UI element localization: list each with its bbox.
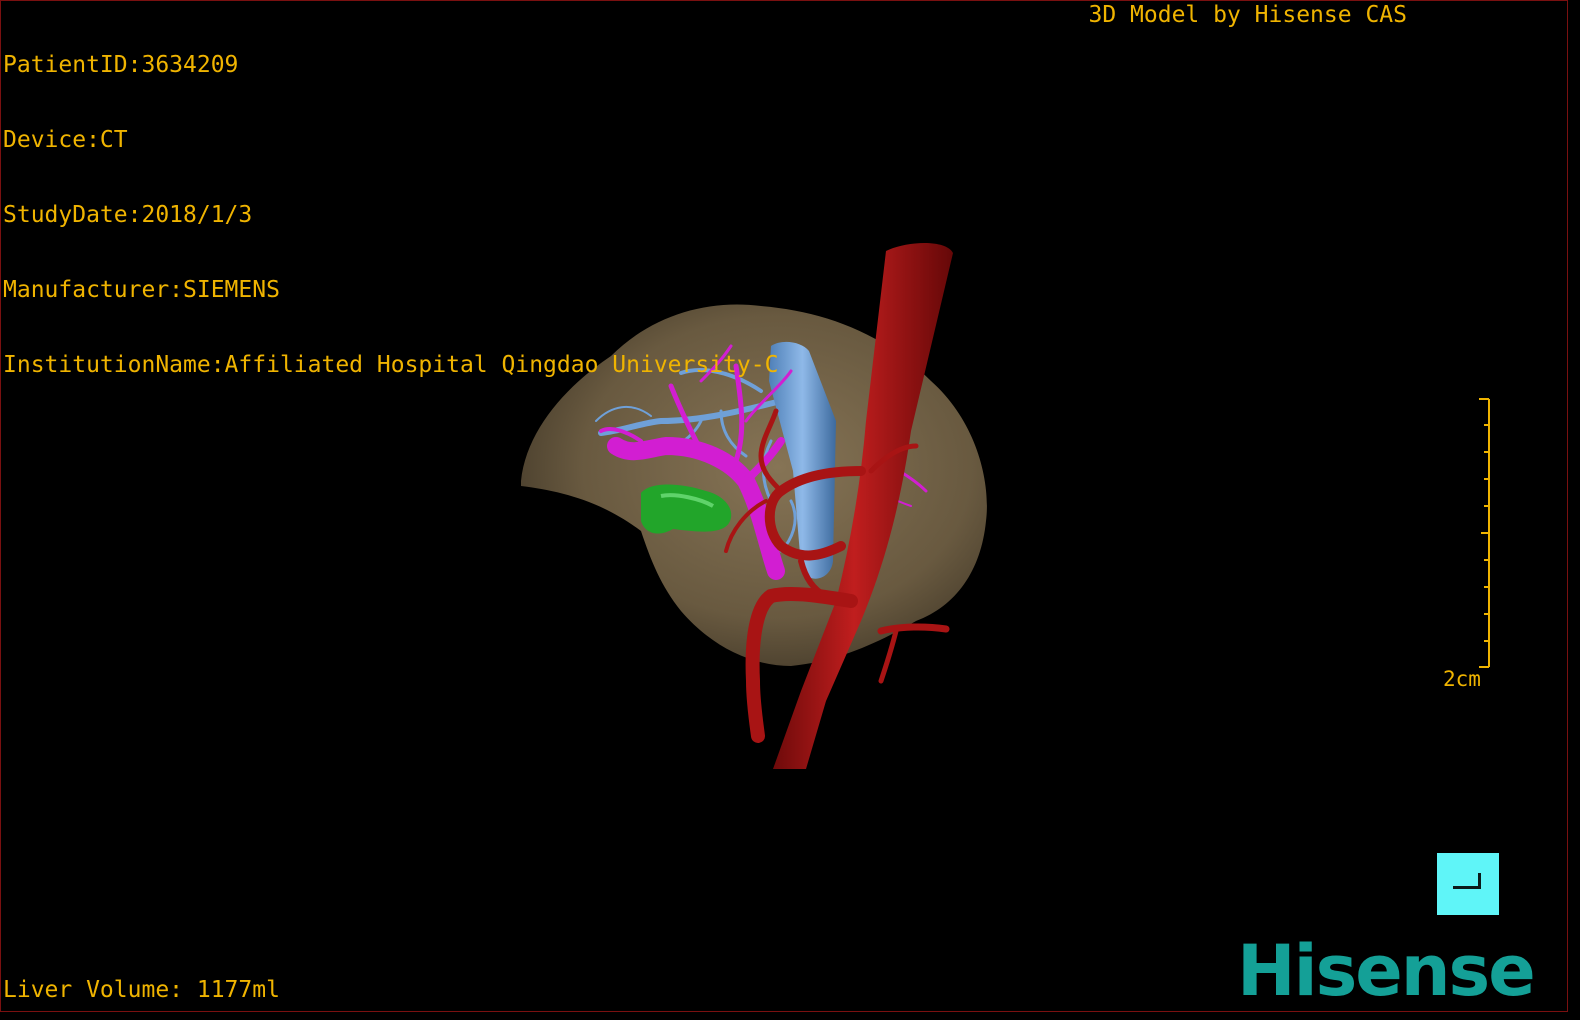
scale-bar (1479, 398, 1490, 668)
manufacturer: Manufacturer:SIEMENS (3, 277, 280, 303)
device: Device:CT (3, 127, 128, 153)
patient-id: PatientID:3634209 (3, 52, 239, 78)
hisense-logo: Hisense (1237, 930, 1536, 1012)
dicom-info: PatientID:3634209 Device:CT StudyDate:20… (3, 3, 778, 428)
study-date: StudyDate:2018/1/3 (3, 202, 253, 228)
institution-name: InstitutionName:Affiliated Hospital Qing… (3, 352, 779, 378)
liver-volume: Liver Volume: 1177ml (3, 977, 280, 1003)
3d-viewport[interactable]: PatientID:3634209 Device:CT StudyDate:20… (0, 0, 1568, 1012)
scale-label: 2cm (1443, 667, 1481, 691)
model-branding: 3D Model by Hisense CAS (1088, 2, 1408, 28)
layout-toggle-button[interactable] (1437, 853, 1499, 915)
corner-bracket-icon (1453, 873, 1481, 889)
